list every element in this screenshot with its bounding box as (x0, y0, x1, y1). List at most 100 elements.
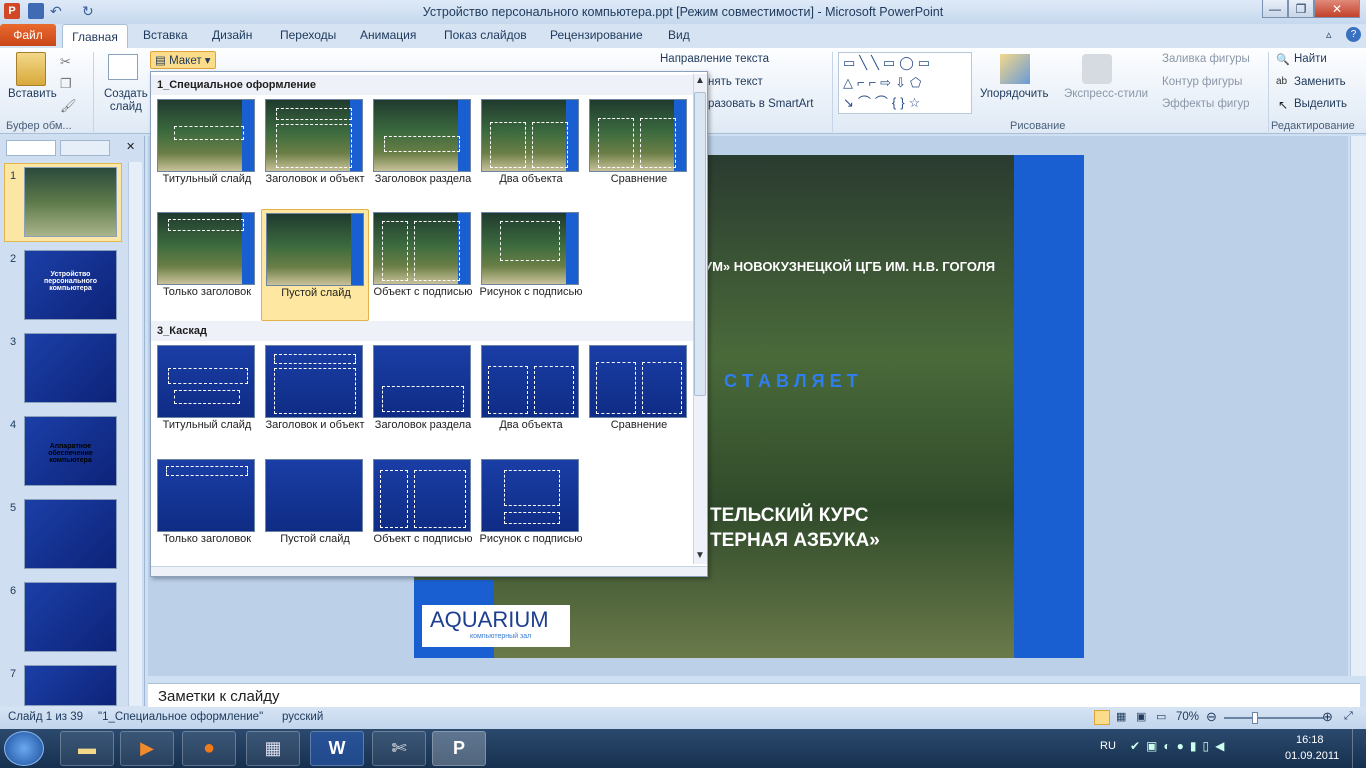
slide-thumbnail-6[interactable] (24, 582, 117, 652)
layout-comparison-2[interactable]: Сравнение (585, 342, 693, 454)
layout-comparison[interactable]: Сравнение (585, 96, 693, 208)
layout-title-only-2[interactable]: Только заголовок (153, 456, 261, 568)
reading-view-icon[interactable]: ▣ (1136, 710, 1146, 723)
copy-icon[interactable]: ❐ (60, 76, 72, 92)
convert-smartart-button[interactable]: разовать в SmartArt (708, 98, 813, 110)
calculator-icon[interactable]: ▦ (246, 731, 300, 766)
layout-title-slide[interactable]: Титульный слайд (153, 96, 261, 208)
arrange-icon[interactable] (1000, 54, 1030, 84)
tab-insert[interactable]: Вставка (143, 28, 188, 42)
slide-sorter-icon[interactable]: ▦ (1116, 710, 1126, 723)
start-button[interactable] (4, 731, 44, 766)
notes-field[interactable]: Заметки к слайду (148, 683, 1360, 707)
tab-view[interactable]: Вид (668, 28, 690, 42)
zoom-slider[interactable] (1224, 717, 1324, 719)
explorer-icon[interactable]: ▬ (60, 731, 114, 766)
shape-outline-button[interactable]: Контур фигуры (1162, 76, 1242, 88)
select-button[interactable]: Выделить (1294, 98, 1347, 110)
slide-thumbnail-2[interactable]: Устройство персонального компьютера (24, 250, 117, 320)
zoom-out-icon[interactable]: ⊖ (1206, 709, 1217, 725)
layout-preview (373, 212, 471, 285)
editor-scrollbar[interactable] (1350, 136, 1366, 676)
slide-thumbnail-3[interactable] (24, 333, 117, 403)
shape-fill-button[interactable]: Заливка фигуры (1162, 53, 1250, 65)
group-separator (832, 52, 833, 132)
layout-section-header-2[interactable]: Заголовок раздела (369, 342, 477, 454)
restore-button[interactable]: ❐ (1288, 0, 1314, 18)
shape-effects-button[interactable]: Эффекты фигур (1162, 98, 1250, 110)
minimize-ribbon-icon[interactable]: ▵ (1326, 28, 1332, 41)
layout-two-content[interactable]: Два объекта (477, 96, 585, 208)
layout-two-content-2[interactable]: Два объекта (477, 342, 585, 454)
gallery-section-header: 3_Каскад (151, 321, 693, 341)
replace-button[interactable]: Заменить (1294, 76, 1346, 88)
pane-tab-slides[interactable] (6, 140, 56, 156)
paste-icon[interactable] (16, 52, 46, 86)
slide-thumbnail-4[interactable]: Аппаратное обеспечение компьютера (24, 416, 117, 486)
close-button[interactable]: ✕ (1314, 0, 1360, 18)
theme-name[interactable]: "1_Специальное оформление" (98, 711, 263, 723)
layout-blank[interactable]: Пустой слайд (261, 209, 369, 321)
slide-thumbnail-7[interactable] (24, 665, 117, 706)
paint-icon[interactable]: ✄ (372, 731, 426, 766)
zoom-level[interactable]: 70% (1176, 711, 1199, 723)
tray-icons[interactable]: ✔▣◐●▮▯◀ (1130, 739, 1230, 753)
tab-slideshow[interactable]: Показ слайдов (444, 28, 527, 42)
layout-label: Заголовок и объект (265, 173, 365, 185)
layout-blank-2[interactable]: Пустой слайд (261, 456, 369, 568)
layout-button[interactable]: ▤ Макет ▾ (150, 51, 216, 69)
layout-picture-caption[interactable]: Рисунок с подписью (477, 209, 585, 321)
layout-picture-caption-2[interactable]: Рисунок с подписью (477, 456, 585, 568)
word-icon[interactable]: W (310, 731, 364, 766)
align-text-button[interactable]: нять текст (708, 76, 763, 88)
shapes-gallery[interactable]: ▭╲╲▭◯▭ △⌐⌐⇨⇩⬠ ↘⌒⌒{}☆ (838, 52, 972, 114)
clock-date[interactable]: 01.09.2011 (1285, 750, 1339, 762)
tab-review[interactable]: Рецензирование (550, 28, 643, 42)
scroll-down-icon[interactable]: ▼ (695, 550, 705, 561)
tab-animation[interactable]: Анимация (360, 28, 416, 42)
language-indicator[interactable]: русский (282, 711, 323, 723)
format-painter-icon[interactable]: 🖌 (60, 98, 77, 114)
layout-content-caption[interactable]: Объект с подписью (369, 209, 477, 321)
powerpoint-taskbar-icon[interactable]: P (432, 731, 486, 766)
slide-thumbnail-5[interactable] (24, 499, 117, 569)
quick-styles-button[interactable]: Экспресс-стили (1064, 88, 1148, 100)
gallery-scroll-thumb[interactable] (694, 92, 706, 396)
zoom-slider-thumb[interactable] (1252, 712, 1258, 724)
new-slide-button[interactable]: Создать слайд (104, 88, 148, 114)
firefox-icon[interactable]: ● (182, 731, 236, 766)
keyboard-language[interactable]: RU (1100, 740, 1116, 752)
pane-tab-outline[interactable] (60, 140, 110, 156)
show-desktop-button[interactable] (1352, 729, 1366, 768)
layout-content-caption-2[interactable]: Объект с подписью (369, 456, 477, 568)
text-direction-button[interactable]: Направление текста (660, 53, 769, 65)
find-button[interactable]: Найти (1294, 53, 1327, 65)
minimize-button[interactable]: — (1262, 0, 1288, 18)
paste-button[interactable]: Вставить (8, 88, 57, 100)
slide-thumbnail-1[interactable] (24, 167, 117, 237)
layout-title-content[interactable]: Заголовок и объект (261, 96, 369, 208)
tab-home[interactable]: Главная (62, 24, 128, 48)
help-icon[interactable]: ? (1346, 27, 1361, 42)
fit-to-window-icon[interactable]: ⤢ (1344, 710, 1353, 723)
layout-title-only[interactable]: Только заголовок (153, 209, 261, 321)
cut-icon[interactable]: ✂ (60, 54, 71, 70)
normal-view-icon[interactable] (1094, 710, 1110, 725)
layout-title-slide-2[interactable]: Титульный слайд (153, 342, 261, 454)
pane-scrollbar[interactable] (128, 162, 142, 706)
tab-file[interactable]: Файл (0, 24, 56, 46)
tab-design[interactable]: Дизайн (212, 28, 252, 42)
zoom-in-icon[interactable]: ⊕ (1322, 709, 1333, 725)
media-player-icon[interactable]: ▶ (120, 731, 174, 766)
slideshow-icon[interactable]: ▭ (1156, 710, 1166, 723)
layout-preview (265, 459, 363, 532)
close-pane-icon[interactable]: ✕ (126, 140, 135, 153)
clock-time[interactable]: 16:18 (1296, 734, 1324, 746)
new-slide-icon[interactable] (108, 54, 138, 80)
layout-title-content-2[interactable]: Заголовок и объект (261, 342, 369, 454)
tab-transitions[interactable]: Переходы (280, 28, 336, 42)
scroll-up-icon[interactable]: ▲ (695, 75, 705, 86)
layout-section-header[interactable]: Заголовок раздела (369, 96, 477, 208)
quick-styles-icon[interactable] (1082, 54, 1112, 84)
arrange-button[interactable]: Упорядочить (980, 88, 1048, 100)
